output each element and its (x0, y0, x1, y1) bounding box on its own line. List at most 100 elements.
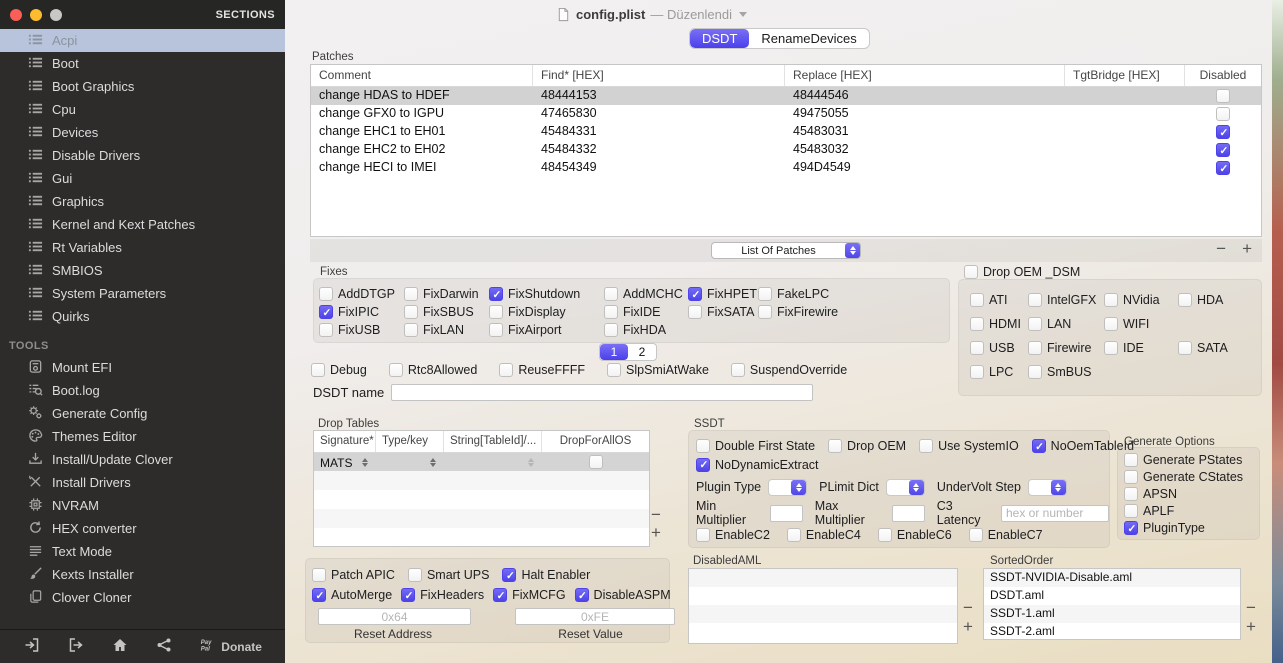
generate-option-checkbox[interactable]: APLF (1124, 504, 1259, 518)
ssdt-checkbox[interactable]: Use SystemIO (919, 439, 1019, 453)
reset-value-input[interactable] (515, 608, 675, 625)
oem-dsm-checkbox[interactable]: LAN (1028, 317, 1104, 331)
ssdt-checkbox[interactable]: Drop OEM (828, 439, 906, 453)
apic-checkbox[interactable]: Halt Enabler (502, 568, 590, 582)
ssdt-cstate-checkbox[interactable]: EnableC4 (787, 528, 861, 542)
sidebar-section-item[interactable]: Devices (0, 121, 285, 144)
fix-checkbox-row-item[interactable]: FixShutdown (489, 287, 604, 301)
reset-address-input[interactable] (318, 608, 471, 625)
acpi-flag-checkbox[interactable]: SuspendOverride (731, 363, 847, 377)
column-header[interactable]: Disabled (1185, 65, 1261, 86)
oem-dsm-checkbox[interactable]: LPC (970, 365, 1028, 379)
page-segment[interactable]: 2 (628, 344, 656, 360)
stepper-icon[interactable] (362, 458, 368, 467)
column-header[interactable]: TgtBridge [HEX] (1065, 65, 1185, 86)
tab[interactable]: RenameDevices (749, 29, 868, 48)
sidebar-section-item[interactable]: Rt Variables (0, 236, 285, 259)
apic-checkbox[interactable]: Smart UPS (408, 568, 490, 582)
oem-dsm-checkbox[interactable]: Firewire (1028, 341, 1104, 355)
sidebar-tool-item[interactable]: HEX converter (0, 517, 285, 540)
page-segment[interactable]: 1 (600, 344, 628, 360)
dsdt-name-input[interactable] (391, 384, 813, 401)
sidebar-section-item[interactable]: Kernel and Kext Patches (0, 213, 285, 236)
column-header[interactable]: Find* [HEX] (533, 65, 785, 86)
add-patch-button[interactable]: + (1242, 239, 1252, 259)
disabled-aml-list[interactable] (688, 568, 958, 644)
sidebar-tool-item[interactable]: Text Mode (0, 540, 285, 563)
disabled-checkbox[interactable] (1216, 125, 1230, 139)
patch-row[interactable]: change GFX0 to IGPU 47465830 49475055 (311, 105, 1261, 123)
column-header[interactable]: DropForAllOS (542, 431, 649, 452)
sidebar-section-item[interactable]: Graphics (0, 190, 285, 213)
patch-row[interactable]: change EHC2 to EH02 45484332 45483032 (311, 141, 1261, 159)
title-chevron-down-icon[interactable] (739, 12, 747, 17)
column-header[interactable]: Comment (311, 65, 533, 86)
sidebar-tool-item[interactable]: Mount EFI (0, 356, 285, 379)
sorted-order-item[interactable]: SSDT-2.aml (984, 623, 1240, 640)
fix-checkbox-row-item[interactable]: FixHPET (688, 287, 758, 301)
column-header[interactable]: String[TableId]/... (444, 431, 542, 452)
sidebar-tool-item[interactable]: NVRAM (0, 494, 285, 517)
acpi-flag-checkbox[interactable]: SlpSmiAtWake (607, 363, 709, 377)
fix-checkbox-row-item[interactable]: FixLAN (404, 323, 489, 337)
disabled-checkbox[interactable] (1216, 107, 1230, 121)
fix-checkbox-row-item[interactable]: FixIPIC (319, 305, 404, 319)
sidebar-section-item[interactable]: Boot (0, 52, 285, 75)
sidebar-section-item[interactable]: Cpu (0, 98, 285, 121)
add-drop-table-button[interactable]: + (651, 523, 661, 543)
sorted-order-list[interactable]: SSDT-NVIDIA-Disable.amlDSDT.amlSSDT-1.am… (983, 568, 1241, 640)
fix-checkbox-row-item[interactable]: FixSATA (688, 305, 758, 319)
sidebar-section-item[interactable]: Quirks (0, 305, 285, 328)
apic-checkbox[interactable]: AutoMerge (312, 588, 392, 602)
footer-button[interactable] (23, 637, 45, 656)
oem-dsm-checkbox[interactable]: IDE (1104, 341, 1178, 355)
ssdt-cstate-checkbox[interactable]: EnableC2 (696, 528, 770, 542)
fix-checkbox-row-item[interactable]: FixAirport (489, 323, 604, 337)
stepper-icon[interactable] (430, 458, 436, 467)
drop-table-row[interactable]: MATS (314, 453, 649, 471)
sorted-order-item[interactable]: SSDT-NVIDIA-Disable.aml (984, 569, 1240, 587)
sidebar-tool-item[interactable]: Boot.log (0, 379, 285, 402)
sidebar-section-item[interactable]: Disable Drivers (0, 144, 285, 167)
add-sorted-order-button[interactable]: + (1246, 617, 1256, 637)
plimit-dict-select[interactable] (886, 479, 925, 496)
drop-oem-dsm-checkbox[interactable]: Drop OEM _DSM (964, 265, 1080, 279)
sidebar-tool-item[interactable]: Clover Cloner (0, 586, 285, 609)
close-button[interactable] (10, 9, 22, 21)
sidebar-tool-item[interactable]: Generate Config (0, 402, 285, 425)
sorted-order-item[interactable]: DSDT.aml (984, 587, 1240, 605)
undervolt-step-select[interactable] (1028, 479, 1067, 496)
sidebar-section-item[interactable]: Acpi (0, 29, 285, 52)
fix-checkbox-row-item[interactable]: FixSBUS (404, 305, 489, 319)
fix-checkbox-row-item[interactable]: AddDTGP (319, 287, 404, 301)
sidebar-tool-item[interactable]: Themes Editor (0, 425, 285, 448)
sidebar-section-item[interactable]: SMBIOS (0, 259, 285, 282)
generate-option-checkbox[interactable]: Generate PStates (1124, 453, 1259, 467)
remove-disabled-aml-button[interactable]: − (963, 598, 973, 618)
sidebar-tool-item[interactable]: Install/Update Clover (0, 448, 285, 471)
acpi-flag-checkbox[interactable]: ReuseFFFF (499, 363, 585, 377)
generate-option-checkbox[interactable]: APSN (1124, 487, 1259, 501)
fix-checkbox-row-item[interactable]: FixDarwin (404, 287, 489, 301)
footer-button[interactable] (155, 637, 177, 656)
zoom-button[interactable] (50, 9, 62, 21)
oem-dsm-checkbox[interactable]: ATI (970, 293, 1028, 307)
column-header[interactable]: Signature* (314, 431, 376, 452)
add-disabled-aml-button[interactable]: + (963, 617, 973, 637)
fix-checkbox-row-item[interactable]: FixDisplay (489, 305, 604, 319)
tab[interactable]: DSDT (690, 29, 749, 48)
fix-checkbox-row-item[interactable]: FakeLPC (758, 287, 949, 301)
min-multiplier-input[interactable] (770, 505, 803, 522)
fix-checkbox-row-item[interactable]: FixIDE (604, 305, 688, 319)
sidebar-section-item[interactable]: System Parameters (0, 282, 285, 305)
footer-button[interactable]: Donate (199, 637, 262, 656)
apic-checkbox[interactable]: FixHeaders (401, 588, 484, 602)
ssdt-cstate-checkbox[interactable]: EnableC6 (878, 528, 952, 542)
disabled-checkbox[interactable] (1216, 161, 1230, 175)
apic-checkbox[interactable]: DisableASPM (575, 588, 671, 602)
fix-checkbox-row-item[interactable]: FixHDA (604, 323, 688, 337)
generate-option-checkbox[interactable]: Generate CStates (1124, 470, 1259, 484)
sorted-order-item[interactable]: SSDT-1.aml (984, 605, 1240, 623)
disabled-checkbox[interactable] (1216, 143, 1230, 157)
acpi-flag-checkbox[interactable]: Rtc8Allowed (389, 363, 477, 377)
